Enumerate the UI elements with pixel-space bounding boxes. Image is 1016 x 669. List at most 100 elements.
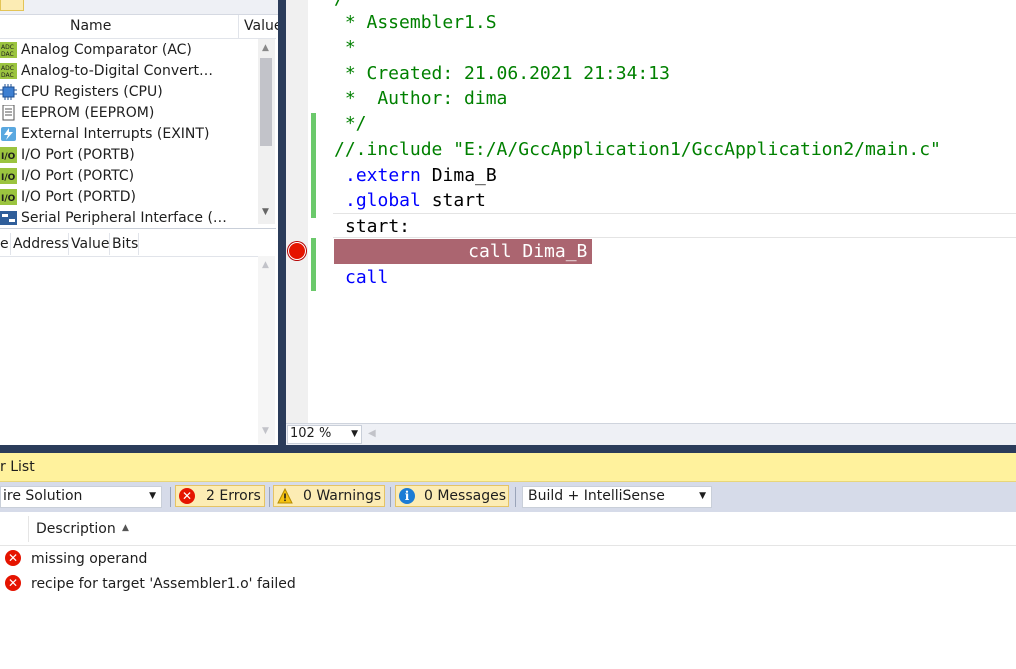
errors-filter-button[interactable]: ✕ 2 Errors bbox=[175, 485, 265, 507]
scroll-up-arrow-icon[interactable]: ▲ bbox=[262, 260, 269, 270]
column-name-header[interactable]: e bbox=[0, 236, 9, 252]
column-separator[interactable] bbox=[238, 15, 239, 38]
error-icon: ✕ bbox=[5, 575, 21, 591]
peripheral-item-portd[interactable]: I/O I/O Port (PORTD) bbox=[0, 187, 258, 208]
peripheral-item-label: Analog-to-Digital Convert… bbox=[21, 63, 214, 79]
code-line[interactable]: * Created: 21.06.2021 21:34:13 bbox=[334, 61, 670, 86]
scroll-up-arrow-icon[interactable]: ▲ bbox=[262, 43, 269, 53]
warnings-count-label: 0 Warnings bbox=[303, 488, 382, 504]
editor-status-bar bbox=[286, 423, 1016, 445]
column-separator[interactable] bbox=[68, 233, 69, 255]
svg-text:ADC: ADC bbox=[1, 44, 14, 51]
peripheral-item-portb[interactable]: I/O I/O Port (PORTB) bbox=[0, 145, 258, 166]
svg-text:I/O: I/O bbox=[1, 194, 16, 204]
adc-dac-icon: ADC DAC bbox=[0, 63, 17, 79]
error-icon: ✕ bbox=[179, 488, 195, 504]
code-line-global[interactable]: .global start bbox=[345, 188, 486, 213]
peripheral-item-label: Analog Comparator (AC) bbox=[21, 42, 192, 58]
peripheral-item-label: EEPROM (EEPROM) bbox=[21, 105, 155, 121]
io-port-icon: I/O bbox=[0, 168, 17, 184]
code-line[interactable]: * bbox=[334, 35, 356, 60]
change-indicator bbox=[311, 113, 316, 218]
peripheral-item-adc[interactable]: ADC DAC Analog-to-Digital Convert… bbox=[0, 61, 258, 82]
scroll-left-arrow-icon[interactable]: ◀ bbox=[368, 428, 376, 439]
code-line[interactable]: * Author: dima bbox=[334, 86, 508, 111]
scroll-down-arrow-icon[interactable]: ▼ bbox=[262, 207, 269, 217]
svg-text:ADC: ADC bbox=[1, 65, 14, 72]
column-separator[interactable] bbox=[109, 233, 110, 255]
scrollbar-thumb[interactable] bbox=[260, 58, 272, 146]
peripheral-item-spi[interactable]: Serial Peripheral Interface (… bbox=[0, 208, 258, 225]
code-line-call[interactable]: call bbox=[345, 265, 388, 290]
code-line-breakpoint[interactable]: call Dima_B bbox=[414, 239, 587, 264]
indicator-margin[interactable] bbox=[286, 0, 308, 423]
error-list-title-bar[interactable]: r List bbox=[0, 453, 1016, 482]
peripheral-item-label: I/O Port (PORTD) bbox=[21, 189, 136, 205]
chevron-down-icon: ▼ bbox=[699, 491, 706, 501]
peripheral-item-eeprom[interactable]: EEPROM (EEPROM) bbox=[0, 103, 258, 124]
io-port-icon: I/O bbox=[0, 189, 17, 205]
code-line[interactable]: */ bbox=[334, 111, 367, 136]
error-row[interactable]: ✕ recipe for target 'Assembler1.o' faile… bbox=[0, 572, 1016, 596]
svg-text:I/O: I/O bbox=[1, 152, 16, 162]
error-row[interactable]: ✕ missing operand bbox=[0, 547, 1016, 571]
sort-ascending-icon: ▲ bbox=[122, 523, 129, 533]
column-separator[interactable] bbox=[138, 233, 139, 255]
peripheral-item-label: Serial Peripheral Interface (… bbox=[21, 210, 227, 225]
messages-count-label: 0 Messages bbox=[424, 488, 507, 504]
directive-keyword: .extern bbox=[345, 165, 421, 186]
error-description: missing operand bbox=[31, 551, 148, 567]
window-frame bbox=[0, 445, 1016, 453]
zoom-dropdown[interactable]: 102 % ▼ bbox=[287, 425, 362, 444]
toolbar-separator bbox=[170, 487, 171, 507]
error-list-toolbar: ire Solution ▼ ✕ 2 Errors 0 Warnings i 0… bbox=[0, 482, 1016, 512]
peripheral-item-exint[interactable]: External Interrupts (EXINT) bbox=[0, 124, 258, 145]
column-separator[interactable] bbox=[10, 233, 11, 255]
registers-header: e Address Value Bits bbox=[0, 233, 258, 257]
toolbar-separator bbox=[269, 487, 270, 507]
scroll-down-arrow-icon[interactable]: ▼ bbox=[262, 426, 269, 436]
peripheral-item-portc[interactable]: I/O I/O Port (PORTC) bbox=[0, 166, 258, 187]
peripheral-item-ac[interactable]: ADC DAC Analog Comparator (AC) bbox=[0, 40, 258, 61]
zoom-value: 102 % bbox=[290, 426, 332, 441]
code-line-extern[interactable]: .extern Dima_B bbox=[345, 163, 497, 188]
document-icon bbox=[0, 105, 17, 121]
svg-text:I/O: I/O bbox=[1, 173, 16, 183]
spi-icon bbox=[0, 210, 17, 225]
column-value-header[interactable]: Value bbox=[71, 236, 109, 252]
toolbar-separator bbox=[515, 487, 516, 507]
properties-header: Name Value bbox=[0, 15, 282, 39]
column-separator[interactable] bbox=[28, 516, 29, 542]
info-icon: i bbox=[399, 488, 415, 504]
column-bits-header[interactable]: Bits bbox=[112, 236, 138, 252]
error-icon: ✕ bbox=[5, 550, 21, 566]
peripheral-item-label: CPU Registers (CPU) bbox=[21, 84, 163, 100]
toolbar-toggle-button[interactable] bbox=[0, 0, 24, 11]
current-line-highlight bbox=[333, 213, 1016, 238]
interrupt-icon bbox=[0, 126, 17, 142]
peripheral-item-label: I/O Port (PORTC) bbox=[21, 168, 135, 184]
panel-title: r List bbox=[0, 459, 35, 475]
toolbar-separator bbox=[390, 487, 391, 507]
peripheral-item-cpu[interactable]: CPU Registers (CPU) bbox=[0, 82, 258, 103]
column-address-header[interactable]: Address bbox=[13, 236, 69, 252]
registers-scrollbar[interactable]: ▲ ▼ bbox=[258, 256, 275, 444]
code-line[interactable]: //.include "E:/A/GccApplication1/GccAppl… bbox=[334, 137, 941, 162]
warnings-filter-button[interactable]: 0 Warnings bbox=[273, 485, 385, 507]
change-indicator bbox=[311, 238, 316, 291]
peripheral-item-label: I/O Port (PORTB) bbox=[21, 147, 135, 163]
column-value-header[interactable]: Value bbox=[244, 18, 282, 34]
window-frame bbox=[278, 0, 286, 445]
code-line-label[interactable]: start: bbox=[345, 214, 410, 239]
svg-text:DAC: DAC bbox=[1, 51, 14, 58]
column-name-header[interactable]: Name bbox=[70, 18, 111, 34]
chevron-down-icon: ▼ bbox=[351, 429, 358, 439]
column-description-header[interactable]: Description bbox=[36, 521, 116, 537]
build-filter-dropdown[interactable]: Build + IntelliSense ▼ bbox=[522, 486, 712, 508]
messages-filter-button[interactable]: i 0 Messages bbox=[395, 485, 509, 507]
breakpoint-icon[interactable] bbox=[288, 242, 306, 260]
peripheral-item-label: External Interrupts (EXINT) bbox=[21, 126, 210, 142]
adc-dac-icon: ADC DAC bbox=[0, 42, 17, 58]
code-line[interactable]: * Assembler1.S bbox=[334, 10, 497, 35]
scope-dropdown[interactable]: ire Solution ▼ bbox=[0, 486, 162, 508]
